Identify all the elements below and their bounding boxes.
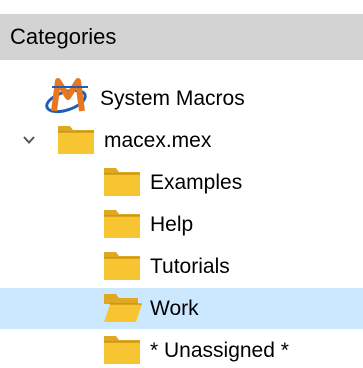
folder-icon [102, 162, 142, 203]
chevron-down-icon[interactable] [22, 133, 36, 147]
tree-item-label: Work [150, 296, 199, 320]
tree-item-label: System Macros [100, 86, 245, 110]
tree-item-system-macros[interactable]: System Macros [0, 78, 363, 119]
tree-item-examples[interactable]: Examples [0, 162, 363, 203]
tree-item-macex-mex[interactable]: macex.mex [0, 120, 363, 161]
tree-item-label: Examples [150, 170, 243, 194]
folder-icon [102, 330, 142, 368]
tree-item-tutorials[interactable]: Tutorials [0, 246, 363, 287]
folder-icon [102, 246, 142, 287]
folder-icon [102, 204, 142, 245]
tree-item-label: Tutorials [150, 254, 230, 278]
tree-item-label: macex.mex [104, 128, 212, 152]
panel-title: Categories [10, 24, 117, 49]
macro-logo-icon [44, 77, 96, 120]
tree-item-label: * Unassigned * [150, 338, 289, 362]
tree-item-work[interactable]: Work [0, 288, 363, 329]
panel-header: Categories [0, 14, 363, 60]
tree-item-help[interactable]: Help [0, 204, 363, 245]
categories-panel: Categories System Macros macex.mex Examp… [0, 0, 363, 368]
folder-icon [56, 120, 96, 161]
folder-open-icon [102, 288, 142, 329]
tree-item-unassigned[interactable]: * Unassigned * [0, 330, 363, 368]
tree-item-label: Help [150, 212, 194, 236]
